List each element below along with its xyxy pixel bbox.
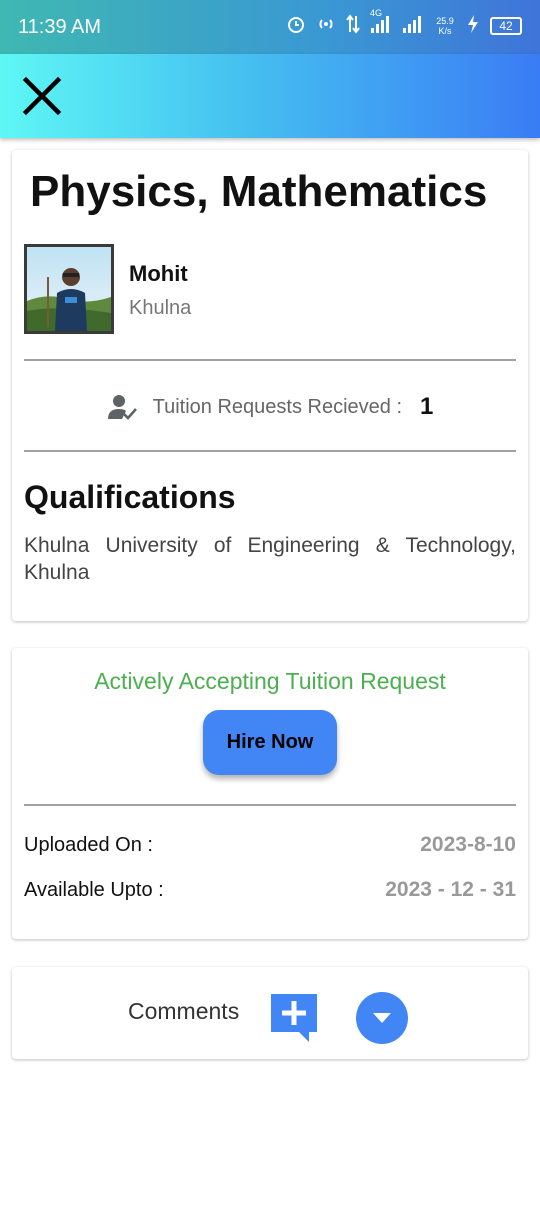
divider	[24, 804, 516, 806]
avatar[interactable]	[24, 244, 114, 334]
requests-label: Tuition Requests Recieved :	[152, 395, 403, 418]
chevron-down-icon	[373, 1013, 391, 1023]
signal-icon	[402, 14, 424, 37]
network-type: 4G	[370, 8, 383, 18]
add-comment-button[interactable]	[269, 992, 321, 1044]
comments-card: Comments	[12, 967, 528, 1059]
data-transfer-icon	[346, 14, 360, 37]
status-bar: 11:39 AM 4G 25.9 K/s 42	[0, 0, 540, 54]
accepting-status: Actively Accepting Tuition Request	[94, 668, 446, 694]
subjects-title: Physics, Mathematics	[30, 167, 488, 216]
qualifications-text: Khulna University of Engineering & Techn…	[24, 534, 516, 584]
divider	[24, 359, 516, 361]
tutor-location: Khulna	[129, 297, 192, 319]
tutor-photo	[27, 247, 111, 331]
uploaded-label: Uploaded On :	[24, 834, 153, 856]
qualifications-title: Qualifications	[24, 479, 236, 515]
app-bar	[0, 54, 540, 138]
close-button[interactable]	[22, 76, 62, 116]
add-comment-icon	[271, 994, 317, 1042]
hire-now-button[interactable]: Hire Now	[203, 710, 337, 775]
available-value: 2023 - 12 - 31	[385, 878, 516, 901]
signal-4g-icon: 4G	[370, 8, 392, 37]
comments-label: Comments	[128, 998, 240, 1024]
tutor-name: Mohit	[129, 261, 188, 286]
tutor-profile-card: Physics, Mathematics Mohit Khulna Tuitio…	[12, 150, 528, 621]
expand-comments-button[interactable]	[356, 992, 408, 1044]
uploaded-value: 2023-8-10	[420, 833, 516, 856]
network-speed: 25.9 K/s	[436, 15, 454, 36]
user-check-icon	[107, 395, 137, 420]
status-time: 11:39 AM	[18, 16, 102, 38]
close-icon	[22, 76, 62, 116]
charging-icon	[466, 14, 480, 37]
status-icons: 4G 25.9 K/s 42	[286, 8, 522, 37]
alarm-icon	[286, 14, 306, 37]
tuition-requests-row: Tuition Requests Recieved : 1	[12, 390, 528, 424]
requests-count: 1	[420, 393, 434, 420]
available-label: Available Upto :	[24, 879, 164, 901]
hotspot-icon	[316, 14, 336, 37]
divider	[24, 450, 516, 452]
hire-card: Actively Accepting Tuition Request Hire …	[12, 648, 528, 939]
battery-icon: 42	[490, 16, 522, 35]
